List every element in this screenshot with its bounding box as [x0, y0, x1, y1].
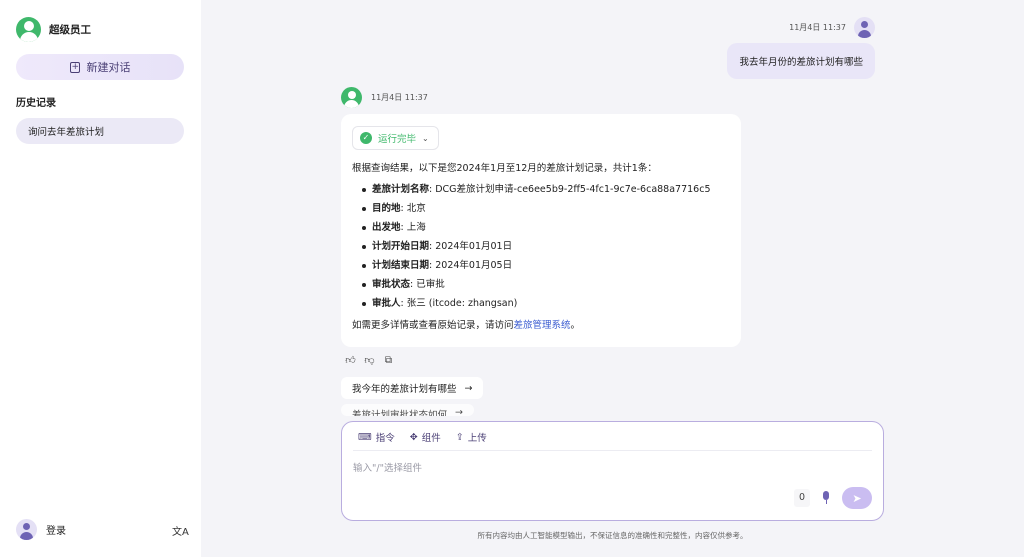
user-message-time: 11月4日 11:37	[789, 23, 846, 32]
run-status-label: 运行完毕	[378, 134, 417, 145]
detail-item: 计划结束日期: 2024年01月05日	[362, 256, 730, 275]
detail-item: 审批状态: 已审批	[362, 275, 730, 294]
detail-item: 出发地: 上海	[362, 218, 730, 237]
detail-key: 计划结束日期	[372, 260, 430, 271]
upload-label: 上传	[467, 433, 487, 444]
answer-intro: 根据查询结果，以下是您2024年1月至12月的差旅计划记录，共计1条：	[352, 163, 657, 174]
component-icon: ✥	[409, 431, 418, 443]
outro-text: 如需更多详情或查看原始记录，请访问	[352, 320, 514, 331]
thumbs-up-icon[interactable]: 👍︎	[344, 354, 357, 367]
command-label: 指令	[375, 433, 395, 444]
detail-value: : 张三 (itcode: zhangsan)	[400, 298, 518, 309]
detail-value: : DCG差旅计划申请-ce6ee5b9-2ff5-4fc1-9c7e-6ca8…	[429, 184, 711, 195]
microphone-icon[interactable]	[821, 491, 831, 505]
send-icon: ➤	[852, 491, 862, 505]
run-status-toggle[interactable]: ✓ 运行完毕 ⌄	[352, 126, 439, 150]
user-avatar-icon	[16, 519, 37, 540]
suggestion-label: 差旅计划审批状态如何	[352, 410, 448, 416]
detail-key: 目的地	[372, 203, 401, 214]
component-label: 组件	[421, 433, 441, 444]
check-circle-icon: ✓	[360, 132, 372, 144]
detail-value: : 上海	[400, 222, 426, 233]
outro-suffix: 。	[570, 320, 581, 331]
history-item-label: 询问去年差旅计划	[28, 127, 105, 138]
bot-message-header: 11月4日 11:37	[341, 87, 428, 108]
message-input[interactable]	[353, 458, 773, 478]
login-label: 登录	[46, 526, 66, 537]
language-icon[interactable]: 文A	[172, 523, 189, 538]
thumbs-down-icon[interactable]: 👎︎	[363, 354, 376, 367]
detail-item: 审批人: 张三 (itcode: zhangsan)	[362, 294, 730, 313]
detail-key: 差旅计划名称	[372, 184, 430, 195]
detail-key: 出发地	[372, 222, 401, 233]
component-button[interactable]: ✥ 组件	[409, 430, 441, 445]
detail-value: : 2024年01月01日	[429, 241, 513, 252]
user-message-header: 11月4日 11:37	[789, 17, 875, 38]
composer-divider	[353, 450, 872, 451]
detail-value: : 北京	[400, 203, 426, 214]
suggestion-chip[interactable]: 差旅计划审批状态如何 →	[341, 404, 474, 416]
suggestion-chip[interactable]: 我今年的差旅计划有哪些 →	[341, 377, 484, 399]
brand-name: 超级员工	[49, 24, 91, 36]
chevron-down-icon: ⌄	[422, 133, 429, 143]
bot-message-card: ✓ 运行完毕 ⌄ 根据查询结果，以下是您2024年1月至12月的差旅计划记录，共…	[341, 114, 741, 347]
sidebar: 超级员工 新建对话 历史记录 询问去年差旅计划 登录 文A	[0, 0, 201, 557]
upload-icon: ⇪	[455, 431, 464, 443]
detail-item: 目的地: 北京	[362, 199, 730, 218]
char-count: 0	[794, 489, 810, 507]
bot-message-time: 11月4日 11:37	[371, 93, 428, 102]
detail-item: 差旅计划名称: DCG差旅计划申请-ce6ee5b9-2ff5-4fc1-9c7…	[362, 180, 730, 199]
detail-key: 计划开始日期	[372, 241, 430, 252]
new-chat-button[interactable]: 新建对话	[16, 54, 184, 80]
command-button[interactable]: ⌨ 指令	[358, 430, 395, 445]
user-avatar-icon	[854, 17, 875, 38]
detail-key: 审批状态	[372, 279, 411, 290]
upload-button[interactable]: ⇪ 上传	[455, 430, 487, 445]
login-button[interactable]: 登录	[16, 519, 66, 540]
brand: 超级员工	[16, 17, 91, 42]
assistant-avatar-icon	[341, 87, 362, 108]
message-composer: ⌨ 指令 ✥ 组件 ⇪ 上传 0 ➤	[341, 421, 884, 521]
feedback-bar: 👍︎ 👎︎ ⧉	[344, 354, 401, 367]
detail-value: : 已审批	[410, 279, 445, 290]
answer-outro: 如需更多详情或查看原始记录，请访问差旅管理系统。	[352, 317, 730, 331]
detail-list: 差旅计划名称: DCG差旅计划申请-ce6ee5b9-2ff5-4fc1-9c7…	[352, 180, 730, 313]
detail-value: : 2024年01月05日	[429, 260, 513, 271]
send-button[interactable]: ➤	[842, 487, 872, 509]
new-document-icon	[69, 60, 80, 74]
detail-key: 审批人	[372, 298, 401, 309]
travel-system-link[interactable]: 差旅管理系统	[514, 320, 571, 331]
assistant-avatar-icon	[16, 17, 41, 42]
user-message-bubble: 我去年月份的差旅计划有哪些	[727, 43, 875, 79]
composer-toolbar: ⌨ 指令 ✥ 组件 ⇪ 上传	[358, 430, 502, 445]
detail-item: 计划开始日期: 2024年01月01日	[362, 237, 730, 256]
history-title: 历史记录	[16, 98, 56, 109]
new-chat-label: 新建对话	[86, 61, 131, 74]
arrow-right-icon: →	[464, 382, 473, 394]
disclaimer: 所有内容均由人工智能模型输出，不保证信息的准确性和完整性，内容仅供参考。	[477, 531, 748, 540]
copy-icon[interactable]: ⧉	[382, 354, 395, 367]
arrow-right-icon: →	[455, 407, 463, 416]
keyboard-icon: ⌨	[358, 431, 372, 443]
suggestion-label: 我今年的差旅计划有哪些	[352, 384, 457, 395]
history-item[interactable]: 询问去年差旅计划	[16, 118, 184, 144]
